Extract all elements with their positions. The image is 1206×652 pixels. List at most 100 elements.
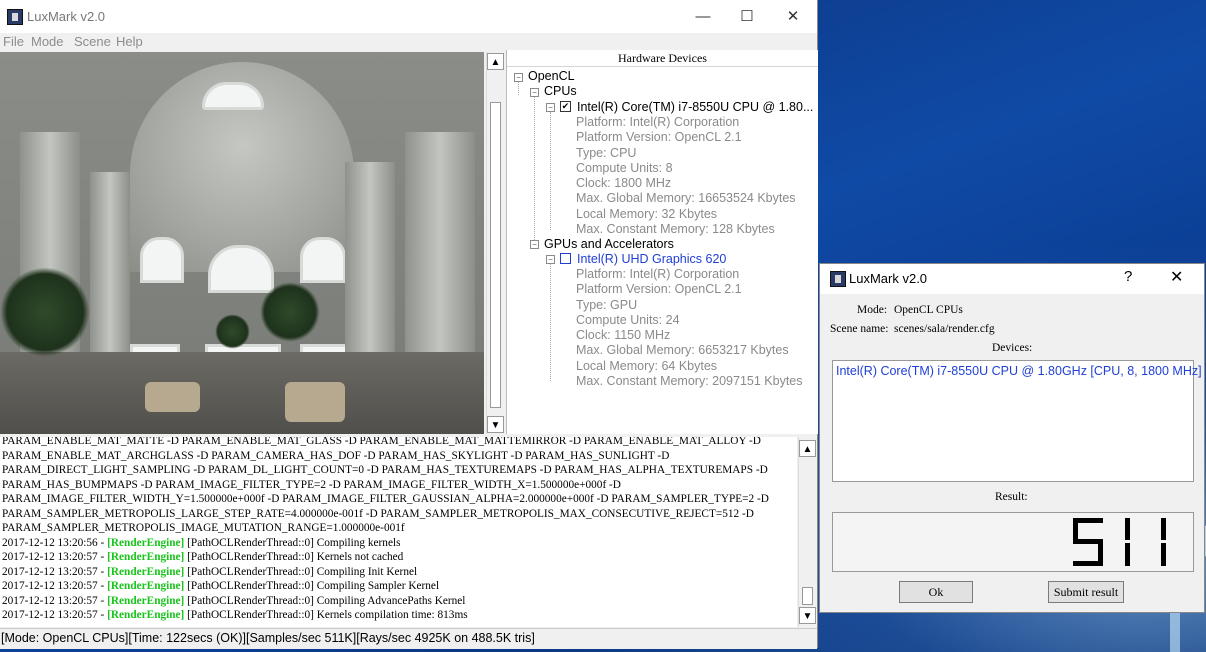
scene-name-value: scenes/sala/render.cfg — [894, 323, 995, 335]
gpu-device-checkbox[interactable] — [560, 253, 571, 264]
log-message: [PathOCLRenderThread::0] Compiling kerne… — [187, 537, 401, 549]
result-label: Result: — [995, 491, 1028, 503]
log-entry: 2017-12-12 13:20:57 - [RenderEngine] [Pa… — [2, 580, 439, 592]
cpu-prop-clock: Clock: 1800 MHz — [576, 176, 672, 190]
log-panel[interactable]: PARAM_ENABLE_MAT_MATTE -D PARAM_ENABLE_M… — [0, 437, 797, 627]
menu-mode[interactable]: Mode — [31, 34, 64, 49]
tree-node-cpus[interactable]: CPUs — [544, 84, 577, 98]
result-display: 511 — [832, 512, 1194, 572]
log-line: PARAM_DIRECT_LIGHT_SAMPLING -D PARAM_DL_… — [2, 464, 768, 476]
tree-guide — [550, 263, 551, 381]
scroll-thumb[interactable] — [490, 102, 501, 408]
tree-node-opencl[interactable]: OpenCL — [528, 69, 575, 83]
collapse-toggle-cpus[interactable]: − — [530, 88, 539, 97]
render-plant — [260, 282, 320, 342]
log-timestamp: 2017-12-12 13:20:57 - — [2, 595, 105, 607]
log-entry: 2017-12-12 13:20:57 - [RenderEngine] [Pa… — [2, 595, 465, 607]
render-scrollbar[interactable]: ▲ ▼ — [486, 52, 505, 434]
hardware-devices-header: Hardware Devices — [507, 50, 818, 67]
collapse-toggle-gpu-device[interactable]: − — [546, 255, 555, 264]
log-tag: [RenderEngine] — [107, 580, 185, 592]
close-button[interactable]: ✕ — [770, 0, 816, 33]
log-tag: [RenderEngine] — [107, 537, 185, 549]
tree-node-gpu-device[interactable]: Intel(R) UHD Graphics 620 — [577, 252, 726, 266]
log-message: [PathOCLRenderThread::0] Kernels compila… — [187, 609, 468, 621]
log-entry: 2017-12-12 13:20:56 - [RenderEngine] [Pa… — [2, 537, 401, 549]
render-sofa — [145, 382, 200, 412]
mode-value: OpenCL CPUs — [894, 304, 963, 316]
log-message: [PathOCLRenderThread::0] Compiling Init … — [187, 566, 418, 578]
cpu-prop-platform: Platform: Intel(R) Corporation — [576, 115, 740, 129]
minimize-button[interactable]: — — [680, 0, 726, 33]
log-line: PARAM_HAS_BUMPMAPS -D PARAM_IMAGE_FILTER… — [2, 479, 621, 491]
cpu-prop-compute-units: Compute Units: 8 — [576, 161, 673, 175]
device-list-item[interactable]: Intel(R) Core(TM) i7-8550U CPU @ 1.80GHz… — [836, 364, 1202, 378]
dialog-close-button[interactable]: ✕ — [1170, 267, 1183, 287]
scroll-down-arrow[interactable]: ▼ — [799, 607, 816, 624]
devices-label: Devices: — [992, 342, 1033, 354]
render-window — [140, 237, 184, 283]
devices-list[interactable]: Intel(R) Core(TM) i7-8550U CPU @ 1.80GHz… — [832, 360, 1202, 482]
collapse-toggle-cpu-device[interactable]: − — [546, 103, 555, 112]
log-entry: 2017-12-12 13:20:57 - [RenderEngine] [Pa… — [2, 566, 417, 578]
gpu-prop-platform-version: Platform Version: OpenCL 2.1 — [576, 282, 742, 296]
gpu-prop-local-memory: Local Memory: 64 Kbytes — [576, 359, 718, 373]
submit-result-button[interactable]: Submit result — [1048, 581, 1124, 603]
gpu-prop-compute-units: Compute Units: 24 — [576, 313, 680, 327]
tree-guide — [518, 81, 519, 95]
luxmark-app-icon — [830, 271, 846, 287]
collapse-toggle-gpus[interactable]: − — [530, 240, 539, 249]
scroll-up-arrow[interactable]: ▲ — [487, 53, 504, 70]
maximize-button[interactable]: ☐ — [724, 0, 770, 33]
log-line: PARAM_IMAGE_FILTER_WIDTH_Y=1.500000e+000… — [2, 493, 769, 505]
tree-node-gpus[interactable]: GPUs and Accelerators — [544, 237, 674, 251]
gpu-prop-platform: Platform: Intel(R) Corporation — [576, 267, 740, 281]
log-timestamp: 2017-12-12 13:20:56 - — [2, 537, 105, 549]
collapse-toggle-opencl[interactable]: − — [514, 73, 523, 82]
gpu-prop-constant-memory: Max. Constant Memory: 2097151 Kbytes — [576, 374, 803, 388]
mode-label: Mode: — [857, 304, 888, 316]
menu-bar: File Mode Scene Help — [0, 33, 817, 51]
log-entry: 2017-12-12 13:20:57 - [RenderEngine] [Pa… — [2, 609, 468, 621]
log-entry: 2017-12-12 13:20:57 - [RenderEngine] [Pa… — [2, 551, 403, 563]
menu-help[interactable]: Help — [116, 34, 143, 49]
log-tag: [RenderEngine] — [107, 566, 185, 578]
render-preview — [0, 52, 484, 434]
scroll-up-arrow[interactable]: ▲ — [799, 440, 816, 457]
scroll-thumb[interactable] — [802, 587, 813, 605]
help-button[interactable]: ? — [1124, 268, 1132, 285]
dialog-title-bar[interactable]: LuxMark v2.0 ? ✕ — [820, 264, 1204, 294]
status-text: [Mode: OpenCL CPUs][Time: 122secs (OK)][… — [1, 631, 535, 645]
log-tag: [RenderEngine] — [107, 609, 185, 621]
cpu-prop-constant-memory: Max. Constant Memory: 128 Kbytes — [576, 222, 775, 236]
log-line: PARAM_SAMPLER_METROPOLIS_LARGE_STEP_RATE… — [2, 508, 754, 520]
menu-file[interactable]: File — [3, 34, 24, 49]
log-timestamp: 2017-12-12 13:20:57 - — [2, 609, 105, 621]
result-score-digits: 511 — [1073, 518, 1166, 566]
scroll-down-arrow[interactable]: ▼ — [487, 416, 504, 433]
dialog-title: LuxMark v2.0 — [849, 271, 928, 286]
tree-node-cpu-device[interactable]: Intel(R) Core(TM) i7-8550U CPU @ 1.80... — [577, 100, 813, 114]
tree-guide — [534, 96, 535, 246]
log-scrollbar[interactable]: ▲ ▼ — [798, 437, 817, 627]
luxmark-main-window: LuxMark v2.0 — ☐ ✕ File Mode Scene Help … — [0, 0, 818, 649]
log-tag: [RenderEngine] — [107, 595, 185, 607]
cpu-prop-global-memory: Max. Global Memory: 16653524 Kbytes — [576, 191, 796, 205]
render-plant — [0, 267, 90, 357]
render-plant — [215, 314, 250, 349]
log-message: [PathOCLRenderThread::0] Compiling Sampl… — [187, 580, 440, 592]
render-floor — [0, 352, 484, 434]
ok-button[interactable]: Ok — [899, 581, 973, 603]
render-window — [300, 237, 346, 283]
cpu-prop-type: Type: CPU — [576, 146, 637, 160]
cpu-device-checkbox[interactable]: ✔ — [560, 101, 571, 112]
log-timestamp: 2017-12-12 13:20:57 - — [2, 580, 105, 592]
luxmark-app-icon — [7, 9, 23, 25]
status-bar: [Mode: OpenCL CPUs][Time: 122secs (OK)][… — [0, 628, 817, 649]
log-line: PARAM_ENABLE_MAT_MATTE -D PARAM_ENABLE_M… — [2, 437, 761, 447]
title-bar[interactable]: LuxMark v2.0 — ☐ ✕ — [0, 0, 817, 33]
render-window — [208, 245, 274, 293]
log-line: PARAM_ENABLE_MAT_ARCHGLASS -D PARAM_CAME… — [2, 450, 670, 462]
log-message: [PathOCLRenderThread::0] Compiling Advan… — [187, 595, 466, 607]
menu-scene[interactable]: Scene — [74, 34, 111, 49]
